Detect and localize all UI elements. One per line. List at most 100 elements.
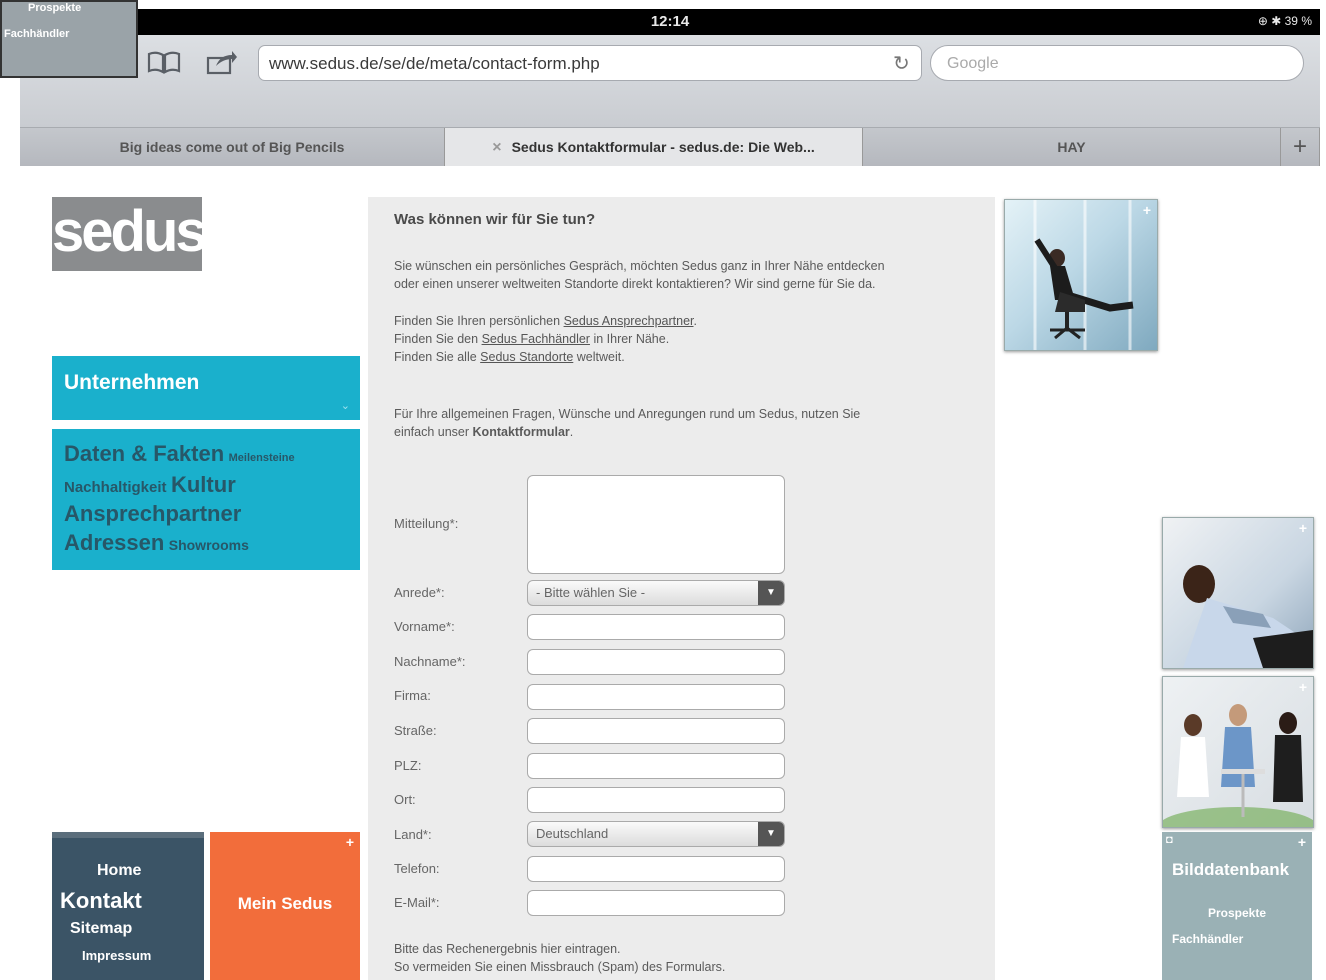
nav-tag-cloud: Daten & Fakten Meilensteine Nachhaltigke…	[52, 429, 360, 570]
general-line-2: einfach unser Kontaktformular.	[394, 423, 860, 441]
nav-unternehmen-label: Unternehmen	[64, 371, 200, 394]
nav-daten-fakten[interactable]: Daten & Fakten	[64, 441, 224, 466]
strasse-field[interactable]	[527, 718, 785, 744]
office-chair-photo[interactable]: +	[1004, 199, 1158, 351]
captcha-line-2: So vermeiden Sie einen Missbrauch (Spam)…	[394, 960, 726, 974]
find-3-post: weltweit.	[573, 350, 625, 364]
find-links: Finden Sie Ihren persönlichen Sedus Ansp…	[394, 312, 697, 366]
link-standorte[interactable]: Sedus Standorte	[480, 350, 573, 364]
close-tab-icon[interactable]: ×	[492, 139, 501, 156]
firma-field[interactable]	[527, 684, 785, 710]
mitteilung-textarea[interactable]	[527, 475, 785, 574]
find-2-post: in Ihrer Nähe.	[589, 332, 670, 346]
label-mitteilung: Mitteilung*:	[394, 516, 459, 531]
dropdown-arrow-icon: ▼	[758, 581, 784, 605]
intro-line-2: oder einen unserer weltweiten Standorte …	[394, 277, 876, 291]
label-ort: Ort:	[394, 792, 416, 807]
status-time: 12:14	[650, 13, 690, 30]
dropdown-arrow-icon: ▼	[758, 822, 784, 846]
nav-sitemap[interactable]: Sitemap	[70, 920, 132, 938]
chevron-down-icon: ⌄	[340, 400, 350, 412]
land-value: Deutschland	[536, 826, 609, 841]
nav-home[interactable]: Home	[97, 862, 141, 880]
captcha-line-1: Bitte das Rechenergebnis hier eintragen.	[394, 942, 621, 956]
label-firma: Firma:	[394, 688, 431, 703]
plus-icon: +	[345, 834, 354, 850]
reclining-man-photo[interactable]: +	[1162, 517, 1314, 669]
general-2-post: .	[569, 425, 574, 439]
link-fachhaendler[interactable]: Sedus Fachhändler	[482, 332, 590, 346]
bookmarks-icon[interactable]	[147, 50, 181, 80]
plus-icon: +	[1142, 202, 1151, 218]
tab-label: Sedus Kontaktformular - sedus.de: Die We…	[511, 139, 815, 155]
link-ansprechpartner[interactable]: Sedus Ansprechpartner	[564, 314, 694, 328]
vorname-field[interactable]	[527, 614, 785, 640]
overlay-thumbnail: Prospekte Fachhändler	[0, 0, 138, 78]
plz-field[interactable]	[527, 753, 785, 779]
plus-icon: +	[1298, 520, 1307, 536]
bilddatenbank-label: Bilddatenbank	[1172, 860, 1290, 879]
find-line-2: Finden Sie den Sedus Fachhändler in Ihre…	[394, 330, 697, 348]
reload-icon[interactable]: ↻	[893, 51, 910, 76]
label-telefon: Telefon:	[394, 861, 440, 876]
sedus-logo[interactable]: sedus	[52, 197, 208, 271]
nav-nachhaltigkeit[interactable]: Nachhaltigkeit	[64, 479, 167, 496]
tab-big-ideas[interactable]: Big ideas come out of Big Pencils	[20, 128, 445, 166]
email-field[interactable]	[527, 890, 785, 916]
label-vorname: Vorname*:	[394, 619, 455, 634]
search-input[interactable]: Google	[930, 45, 1304, 81]
intro-line-1: Sie wünschen ein persönliches Gespräch, …	[394, 259, 885, 273]
label-email: E-Mail*:	[394, 895, 440, 910]
tab-sedus-kontakt[interactable]: × Sedus Kontaktformular - sedus.de: Die W…	[445, 128, 863, 166]
plus-icon: +	[1297, 834, 1306, 850]
general-text: Für Ihre allgemeinen Fragen, Wünsche und…	[394, 405, 860, 441]
nav-meilensteine[interactable]: Meilensteine	[229, 452, 295, 464]
find-2-pre: Finden Sie den	[394, 332, 482, 346]
camera-icon: ◘	[1166, 834, 1173, 846]
kontaktformular-label: Kontaktformular	[472, 425, 570, 439]
telefon-field[interactable]	[527, 856, 785, 882]
label-plz: PLZ:	[394, 758, 422, 773]
label-strasse: Straße:	[394, 723, 437, 738]
nav-unternehmen[interactable]: Unternehmen ⌄	[52, 356, 360, 420]
find-1-pre: Finden Sie Ihren persönlichen	[394, 314, 564, 328]
nav-showrooms[interactable]: Showrooms	[169, 537, 249, 553]
nav-adressen[interactable]: Adressen	[64, 530, 164, 555]
intro-text: Sie wünschen ein persönliches Gespräch, …	[394, 257, 885, 293]
label-land: Land*:	[394, 827, 432, 842]
form-heading: Was können wir für Sie tun?	[394, 211, 596, 228]
mein-sedus-tile[interactable]: + Mein Sedus	[210, 832, 360, 980]
tab-hay[interactable]: HAY	[863, 128, 1281, 166]
contact-form-panel: Was können wir für Sie tun? Sie wünschen…	[368, 197, 995, 980]
find-line-3: Finden Sie alle Sedus Standorte weltweit…	[394, 348, 697, 366]
general-2-pre: einfach unser	[394, 425, 473, 439]
anrede-value: - Bitte wählen Sie -	[536, 585, 646, 600]
reclining-man-illustration	[1183, 565, 1313, 668]
share-icon[interactable]	[206, 49, 238, 81]
team-meeting-illustration	[1163, 704, 1313, 827]
find-3-pre: Finden Sie alle	[394, 350, 481, 364]
battery-indicator: ⊕ ✱ 39 %	[1257, 14, 1312, 28]
nav-kontakt[interactable]: Kontakt	[60, 888, 142, 914]
bilddatenbank-tile[interactable]: + ◘ Bilddatenbank Prospekte Fachhändler	[1162, 832, 1312, 980]
ort-field[interactable]	[527, 787, 785, 813]
nav-impressum[interactable]: Impressum	[82, 948, 151, 963]
nav-kultur[interactable]: Kultur	[171, 472, 236, 497]
find-line-1: Finden Sie Ihren persönlichen Sedus Ansp…	[394, 312, 697, 330]
plus-icon: +	[1298, 679, 1307, 695]
label-anrede: Anrede*:	[394, 585, 445, 600]
land-select[interactable]: Deutschland ▼	[527, 821, 785, 847]
url-field[interactable]: www.sedus.de/se/de/meta/contact-form.php	[258, 45, 922, 81]
captcha-hint: Bitte das Rechenergebnis hier eintragen.…	[394, 940, 725, 976]
nav-ansprechpartner[interactable]: Ansprechpartner	[64, 501, 241, 526]
find-1-post: .	[693, 314, 697, 328]
office-chair-illustration	[1033, 200, 1134, 350]
prospekte-label[interactable]: Prospekte	[1208, 906, 1266, 920]
fachhaendler-label[interactable]: Fachhändler	[1172, 932, 1243, 946]
label-nachname: Nachname*:	[394, 654, 466, 669]
new-tab-button[interactable]: +	[1281, 128, 1320, 166]
nachname-field[interactable]	[527, 649, 785, 675]
anrede-select[interactable]: - Bitte wählen Sie - ▼	[527, 580, 785, 606]
status-bar: 12:14 ⊕ ✱ 39 %	[20, 9, 1320, 35]
team-meeting-photo[interactable]: +	[1162, 676, 1314, 828]
